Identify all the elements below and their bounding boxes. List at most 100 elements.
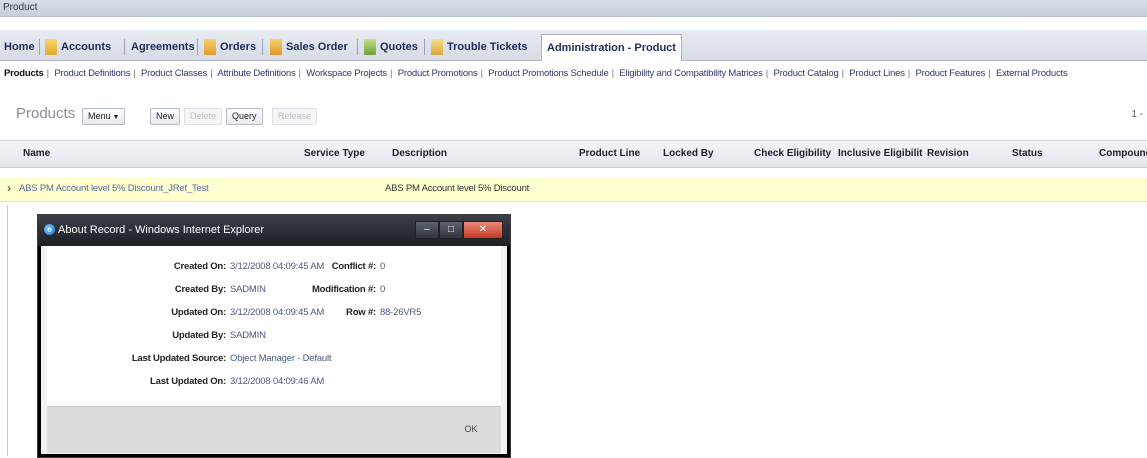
last-updated-source-value: Object Manager - Default — [230, 353, 332, 364]
created-on-label: Created On: — [173, 261, 226, 272]
tab-separator — [357, 39, 358, 55]
ok-button[interactable]: OK — [461, 420, 481, 438]
record-counter: 1 - — [1131, 109, 1143, 120]
query-button-label: Query — [232, 111, 257, 121]
dialog-title: About Record - Windows Internet Explorer — [58, 224, 265, 236]
subtab-attribute-definitions[interactable]: Attribute Definitions — [217, 68, 295, 79]
subtab-external-products[interactable]: External Products — [996, 68, 1068, 79]
tab-agreements-label: Agreements — [131, 41, 195, 53]
query-button[interactable]: Query — [226, 108, 263, 125]
order-icon — [270, 39, 282, 56]
tab-quotes[interactable]: Quotes — [364, 37, 418, 57]
updated-on-label: Updated On: — [171, 307, 226, 318]
dialog-body: Created On: 3/12/2008 04:09:45 AM Create… — [47, 246, 501, 406]
subtab-product-catalog[interactable]: Product Catalog — [773, 68, 838, 79]
internet-explorer-icon: e — [44, 224, 55, 235]
tab-accounts-label: Accounts — [61, 41, 112, 53]
subtab-product-promotions-schedule[interactable]: Product Promotions Schedule — [488, 68, 608, 79]
window-title-strip: Product — [0, 0, 1147, 17]
order-icon — [204, 39, 216, 56]
sub-tab-bar: Products | Product Definitions | Product C… — [4, 68, 1068, 79]
last-updated-source-label: Last Updated Source: — [131, 353, 226, 364]
maximize-icon[interactable]: □ — [439, 221, 463, 239]
tab-accounts[interactable]: Accounts — [45, 37, 111, 57]
row-name-link[interactable]: ABS PM Account level 5% Discount_JRef_Te… — [19, 183, 209, 194]
tab-separator — [39, 39, 40, 55]
tab-separator — [124, 39, 125, 55]
tab-orders[interactable]: Orders — [204, 37, 256, 57]
chevron-right-icon: › — [7, 181, 11, 195]
subtab-product-definitions[interactable]: Product Definitions — [54, 68, 130, 79]
row-id-label: Row #: — [346, 307, 376, 318]
column-header-locked-by[interactable]: Locked By — [663, 148, 714, 159]
dialog-titlebar[interactable]: e About Record - Windows Internet Explor… — [38, 215, 510, 246]
updated-on-value: 3/12/2008 04:09:45 AM — [230, 307, 325, 318]
delete-button-label: Delete — [190, 111, 217, 121]
subtab-product-promotions[interactable]: Product Promotions — [398, 68, 478, 79]
window-controls: – □ ✕ — [415, 221, 503, 239]
grid-left-border — [7, 205, 8, 456]
created-by-label: Created By: — [174, 284, 226, 295]
column-header-description[interactable]: Description — [392, 148, 447, 159]
tab-agreements[interactable]: Agreements — [131, 37, 195, 57]
applet-title: Products — [16, 105, 76, 122]
release-button-label: Release — [278, 111, 312, 121]
menu-button-label: Menu — [88, 111, 111, 121]
tab-orders-label: Orders — [220, 41, 257, 53]
window-title: Product — [3, 2, 38, 13]
updated-by-label: Updated By: — [172, 330, 226, 341]
tab-administration-product-label: Administration - Product — [547, 42, 676, 54]
new-button[interactable]: New — [150, 108, 181, 125]
subtab-eligibility-matrices[interactable]: Eligibility and Compatibility Matrices — [619, 68, 763, 79]
about-record-dialog: e About Record - Windows Internet Explor… — [37, 214, 511, 458]
conflict-label: Conflict #: — [331, 261, 376, 272]
folder-icon — [45, 39, 57, 56]
tab-trouble-tickets-label: Trouble Tickets — [447, 41, 528, 53]
tab-sales-order-label: Sales Order — [286, 41, 348, 53]
last-updated-on-value: 3/12/2008 04:09:46 AM — [230, 376, 325, 387]
subtab-product-lines[interactable]: Product Lines — [849, 68, 905, 79]
column-header-service-type[interactable]: Service Type — [304, 148, 365, 159]
quote-icon — [364, 39, 376, 56]
subtab-product-classes[interactable]: Product Classes — [141, 68, 207, 79]
subtab-product-features[interactable]: Product Features — [916, 68, 986, 79]
delete-button[interactable]: Delete — [184, 108, 223, 125]
modification-value: 0 — [380, 284, 386, 295]
column-header-name[interactable]: Name — [23, 148, 50, 159]
tab-quotes-label: Quotes — [380, 41, 418, 53]
tab-home-label: Home — [4, 41, 35, 53]
column-header-revision[interactable]: Revision — [927, 148, 969, 159]
tab-separator — [197, 39, 198, 55]
row-id-value: 88-26VR5 — [380, 307, 422, 318]
column-header-product-line[interactable]: Product Line — [579, 148, 640, 159]
tab-home[interactable]: Home — [4, 37, 35, 57]
tab-trouble-tickets[interactable]: Trouble Tickets — [431, 37, 528, 57]
column-header-compound[interactable]: Compound — [1099, 148, 1147, 159]
subtab-products[interactable]: Products — [4, 68, 44, 79]
release-button[interactable]: Release — [272, 108, 318, 125]
modification-label: Modification #: — [311, 284, 376, 295]
minimize-icon[interactable]: – — [415, 221, 439, 239]
updated-by-value: SADMIN — [230, 330, 266, 341]
menu-button[interactable]: Menu ▼ — [82, 108, 126, 125]
column-header-inclusive-eligibility[interactable]: Inclusive Eligibilit — [838, 148, 922, 159]
row-description: ABS PM Account level 5% Discount — [385, 183, 530, 194]
tab-administration-product[interactable]: Administration - Product — [541, 34, 682, 61]
created-on-value: 3/12/2008 04:09:45 AM — [230, 261, 325, 272]
grid-header: Name Service Type Description Product Li… — [0, 140, 1147, 168]
conflict-value: 0 — [380, 261, 386, 272]
subtab-workspace-projects[interactable]: Workspace Projects — [306, 68, 387, 79]
new-button-label: New — [156, 111, 175, 121]
ticket-icon — [431, 39, 443, 56]
column-header-check-eligibility[interactable]: Check Eligibility — [754, 148, 831, 159]
close-icon[interactable]: ✕ — [463, 221, 503, 239]
tab-sales-order[interactable]: Sales Order — [270, 37, 348, 57]
last-updated-on-label: Last Updated On: — [150, 376, 226, 387]
table-row[interactable]: › ABS PM Account level 5% Discount_JRef_… — [0, 177, 1147, 202]
main-tab-bar: Home Accounts Agreements Orders Sales Or… — [0, 30, 1147, 61]
chevron-down-icon: ▼ — [112, 114, 120, 121]
created-by-value: SADMIN — [230, 284, 266, 295]
tab-separator — [262, 39, 263, 55]
products-applet-toolbar: Products Menu ▼ New Delete Query Release … — [0, 96, 1147, 130]
column-header-status[interactable]: Status — [1012, 148, 1043, 159]
